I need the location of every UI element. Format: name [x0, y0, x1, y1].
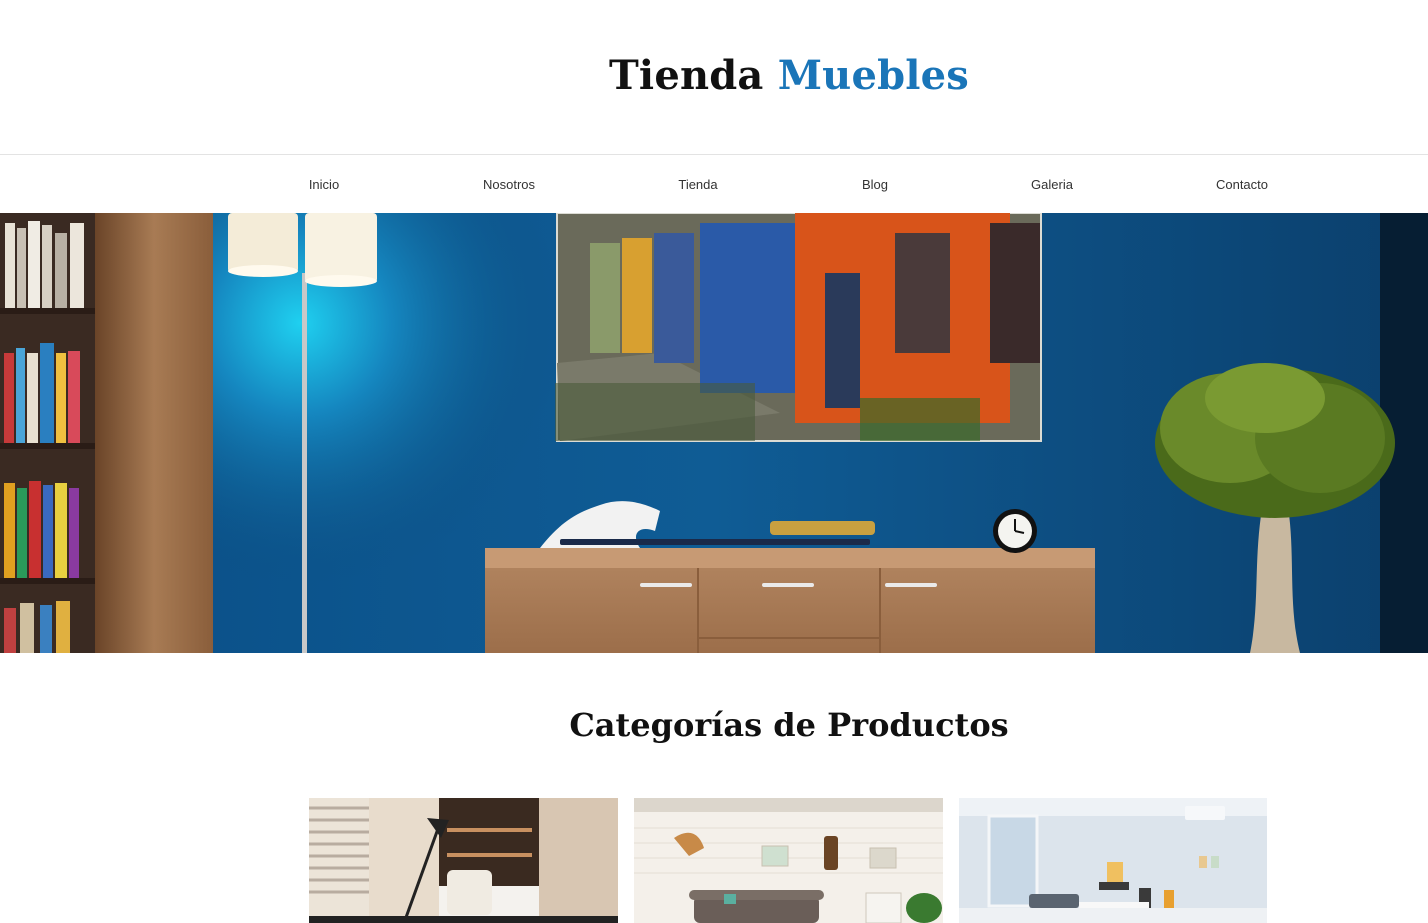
- nav-link-blog[interactable]: Blog: [862, 177, 888, 192]
- office-space-image: [959, 798, 1267, 923]
- category-card-office-space[interactable]: [959, 798, 1267, 923]
- category-cards: [309, 798, 1267, 923]
- nav-link-tienda[interactable]: Tienda: [678, 177, 717, 192]
- section-title-categorias: Categorías de Productos: [569, 706, 1009, 744]
- nav-link-nosotros[interactable]: Nosotros: [483, 177, 535, 192]
- nav-link-galeria[interactable]: Galeria: [1031, 177, 1073, 192]
- hero-banner-image: [0, 213, 1428, 653]
- living-room-image: [634, 798, 943, 923]
- logo-text-tienda: Tienda: [608, 51, 764, 99]
- nav-link-contacto[interactable]: Contacto: [1216, 177, 1268, 192]
- category-card-office[interactable]: [309, 798, 618, 923]
- site-header: Tienda Muebles: [0, 0, 1428, 155]
- painting-decor: [555, 213, 1042, 442]
- office-image: [309, 798, 618, 923]
- bookshelf-decor: [0, 213, 95, 653]
- logo-text-muebles: Muebles: [777, 51, 970, 99]
- category-card-living-room[interactable]: [634, 798, 943, 923]
- main-nav: Inicio Nosotros Tienda Blog Galeria Cont…: [0, 155, 1428, 213]
- dresser-decor: [485, 501, 1095, 653]
- nav-link-inicio[interactable]: Inicio: [309, 177, 339, 192]
- site-logo[interactable]: Tienda Muebles: [609, 52, 969, 99]
